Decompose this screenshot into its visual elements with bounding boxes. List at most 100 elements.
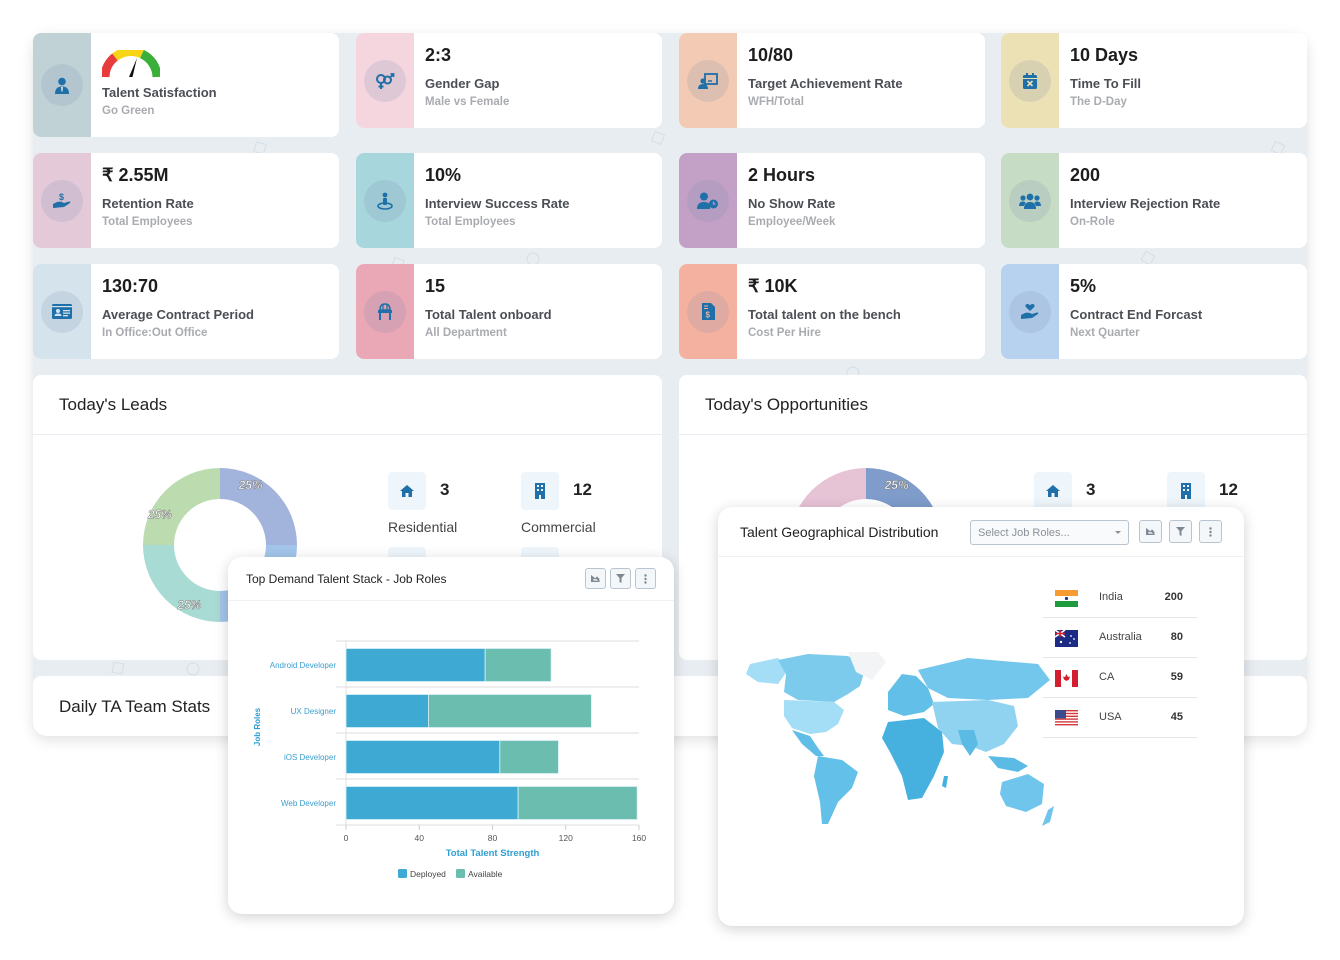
kpi-card-interview-rejection-rate[interactable]: 200 Interview Rejection Rate On-Role: [1001, 153, 1307, 248]
kpi-icon-panel: [33, 33, 91, 137]
canada-flag-icon: [1055, 670, 1078, 687]
geo-row-canada[interactable]: CA 59: [1043, 658, 1197, 698]
kpi-icon-panel: $: [679, 264, 737, 359]
kpi-value: ₹ 2.55M: [102, 165, 169, 185]
filter-button[interactable]: [610, 568, 631, 589]
kpi-value: 130:70: [102, 276, 159, 296]
building-icon: [1167, 472, 1205, 510]
bar-deployed[interactable]: [345, 786, 519, 820]
kpi-value: ₹ 10K: [748, 276, 798, 296]
kpi-sublabel: Next Quarter: [1070, 327, 1140, 339]
kpi-card-contract-end-forcast[interactable]: 5% Contract End Forcast Next Quarter: [1001, 264, 1307, 359]
kpi-sublabel: WFH/Total: [748, 96, 804, 108]
chair-icon: [364, 290, 406, 333]
bar-deployed[interactable]: [345, 648, 486, 682]
job-roles-select[interactable]: Select Job Roles...: [970, 520, 1129, 545]
kpi-card-interview-success-rate[interactable]: 10% Interview Success Rate Total Employees: [356, 153, 662, 248]
chart-type-button[interactable]: [585, 568, 606, 589]
bar-deployed[interactable]: [345, 694, 429, 728]
home-icon: [388, 472, 426, 510]
kpi-icon-panel: [1001, 153, 1059, 248]
geo-row-australia[interactable]: Australia 80: [1043, 618, 1197, 658]
map-region-africa[interactable]: [882, 718, 944, 800]
kpi-label: Target Achievement Rate: [748, 76, 903, 91]
map-region-south-america[interactable]: [814, 756, 858, 824]
kpi-card-gender-gap[interactable]: 2:3 Gender Gap Male vs Female: [356, 33, 662, 128]
x-axis-title: Total Talent Strength: [446, 848, 540, 859]
kpi-sublabel: Employee/Week: [748, 216, 836, 228]
kpi-sublabel: In Office:Out Office: [102, 327, 208, 339]
kpi-sublabel: Go Green: [102, 105, 155, 117]
kpi-card-target-achievement-rate[interactable]: 10/80 Target Achievement Rate WFH/Total: [679, 33, 985, 128]
usa-flag-icon: [1055, 710, 1078, 727]
kpi-card-total-talent-onboard[interactable]: 15 Total Talent onboard All Department: [356, 264, 662, 359]
geo-distribution-title: Talent Geographical Distribution: [740, 524, 939, 540]
kpi-label: Interview Rejection Rate: [1070, 196, 1221, 211]
donut-slice-label: 25%: [238, 478, 263, 492]
building-icon: [521, 472, 559, 510]
kpi-label: Contract End Forcast: [1070, 307, 1203, 322]
satisfaction-gauge-icon: [100, 47, 162, 78]
talent-stack-title: Top Demand Talent Stack - Job Roles: [246, 572, 447, 586]
world-map[interactable]: [738, 652, 1058, 832]
legend-label-deployed[interactable]: Deployed: [410, 869, 446, 879]
geo-row-usa[interactable]: USA 45: [1043, 698, 1197, 738]
chart-type-button[interactable]: [1139, 520, 1162, 543]
kpi-card-talent-satisfaction[interactable]: Talent Satisfaction Go Green: [33, 33, 339, 137]
map-region-central-america[interactable]: [792, 730, 824, 756]
kpi-card-total-talent-on-the-bench[interactable]: $ ₹ 10K Total talent on the bench Cost Per …: [679, 264, 985, 359]
kpi-sublabel: On-Role: [1070, 216, 1115, 228]
bar-available[interactable]: [499, 740, 559, 774]
map-region-usa[interactable]: [784, 700, 844, 734]
presentation-icon: [687, 59, 729, 102]
kpi-sublabel: Male vs Female: [425, 96, 510, 108]
x-tick-label: 120: [559, 833, 573, 843]
kpi-sublabel: All Department: [425, 327, 507, 339]
more-button[interactable]: [1199, 520, 1222, 543]
kpi-icon-panel: [356, 33, 414, 128]
kpi-label: No Show Rate: [748, 196, 836, 211]
kpi-card-no-show-rate[interactable]: 2 Hours No Show Rate Employee/Week: [679, 153, 985, 248]
geo-row-india[interactable]: India 200: [1043, 578, 1197, 618]
users-icon: [1009, 179, 1051, 222]
x-tick-label: 160: [632, 833, 646, 843]
kpi-card-retention-rate[interactable]: $ ₹ 2.55M Retention Rate Total Employees: [33, 153, 339, 248]
kpi-icon-panel: [679, 153, 737, 248]
kpi-label: Time To Fill: [1070, 76, 1142, 91]
kpi-value: 2 Hours: [748, 165, 816, 185]
filter-icon: [1176, 527, 1185, 536]
map-region-southeast-asia[interactable]: [988, 756, 1028, 772]
talent-stack-bar-chart: Android Developer UX Designer iOS Develope…: [253, 640, 646, 879]
map-region-madagascar[interactable]: [942, 776, 948, 788]
kpi-icon-panel: [679, 33, 737, 128]
invoice-dollar-icon: $: [687, 290, 729, 333]
map-region-new-zealand[interactable]: [1042, 806, 1054, 826]
map-region-russia[interactable]: [918, 658, 1050, 700]
id-card-icon: [41, 290, 83, 333]
kpi-label: Average Contract Period: [102, 307, 254, 322]
kpi-icon-panel: [1001, 33, 1059, 128]
calendar-x-icon: [1009, 59, 1051, 102]
kpi-icon-panel: $: [33, 153, 91, 248]
bar-available[interactable]: [428, 694, 592, 728]
more-button[interactable]: [635, 568, 656, 589]
legend-swatch-deployed: [398, 869, 407, 878]
kpi-card-time-to-fill[interactable]: 10 Days Time To Fill The D-Day: [1001, 33, 1307, 128]
bar-available[interactable]: [484, 648, 552, 682]
more-vertical-icon: [1209, 526, 1212, 537]
kpi-label: Retention Rate: [102, 196, 194, 211]
map-region-australia[interactable]: [1000, 774, 1044, 812]
bar-deployed[interactable]: [345, 740, 501, 774]
kpi-card-average-contract-period[interactable]: 130:70 Average Contract Period In Office:O…: [33, 264, 339, 359]
legend-swatch-available: [456, 869, 465, 878]
talent-stack-card: Top Demand Talent Stack - Job Roles Andr…: [228, 557, 674, 914]
x-tick-label: 80: [488, 833, 498, 843]
x-tick-label: 40: [415, 833, 425, 843]
kpi-value: 10 Days: [1070, 45, 1139, 65]
hand-heart-icon: [1009, 290, 1051, 333]
bar-available[interactable]: [517, 786, 638, 820]
svg-text:$: $: [59, 192, 64, 202]
todays-leads-title: Today's Leads: [33, 375, 662, 435]
filter-button[interactable]: [1169, 520, 1192, 543]
legend-label-available[interactable]: Available: [468, 869, 503, 879]
